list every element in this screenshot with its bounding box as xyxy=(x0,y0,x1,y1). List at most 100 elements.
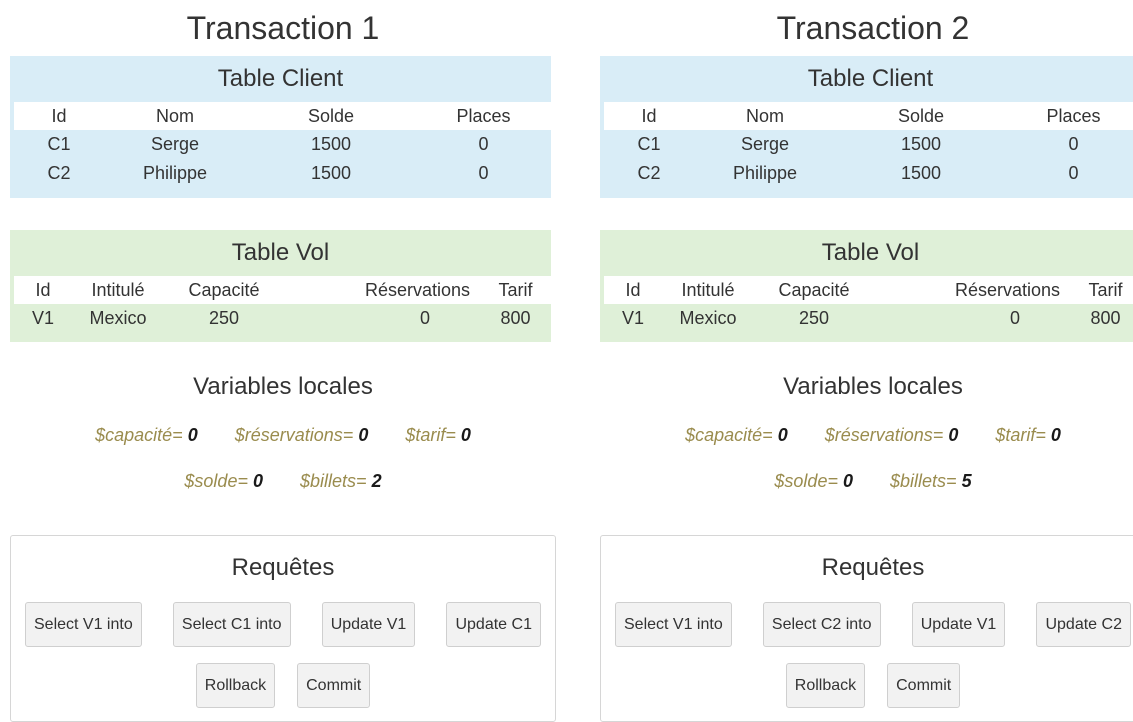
variable-capacite: $capacité= 0 xyxy=(685,425,788,445)
table-header-row: Id Intitulé Capacité Réservations Tarif xyxy=(604,276,1133,304)
vol-table: Id Intitulé Capacité Réservations Tarif … xyxy=(604,276,1133,333)
variable-tarif: $tarif= 0 xyxy=(995,425,1061,445)
table-client: Table Client Id Nom Solde Places C1 Serg… xyxy=(10,56,551,198)
column-header-solde: Solde xyxy=(836,102,1006,130)
select-v1-button[interactable]: Select V1 into xyxy=(25,602,142,647)
rollback-button[interactable]: Rollback xyxy=(785,663,866,708)
transaction-title: Transaction 1 xyxy=(186,10,380,46)
table-row: C2 Philippe 1500 0 xyxy=(14,159,551,188)
cell-id: V1 xyxy=(621,308,645,328)
cell-tarif: 800 xyxy=(1090,308,1121,328)
cell-nom: Serge xyxy=(740,134,790,154)
cell-reservations: 0 xyxy=(1009,308,1020,328)
transaction-title: Transaction 2 xyxy=(776,10,970,46)
column-header-reservations: Réservations xyxy=(874,276,1070,304)
table-header-row: Id Nom Solde Places xyxy=(604,102,1133,130)
variable-reservations: $réservations= 0 xyxy=(234,425,369,445)
update-c1-button[interactable]: Update C1 xyxy=(446,602,541,647)
cell-capacite: 250 xyxy=(798,308,830,328)
select-c1-button[interactable]: Select C1 into xyxy=(172,602,291,647)
column-header-nom: Nom xyxy=(694,102,836,130)
table-row: V1 Mexico 250 0 800 xyxy=(14,304,551,333)
requetes-title: Requêtes xyxy=(231,554,335,581)
requetes-panel: Requêtes Select V1 into Select C1 into U… xyxy=(10,535,556,722)
cell-places: 0 xyxy=(1068,134,1079,154)
query-buttons: Select V1 into Select C1 into Update V1 … xyxy=(11,602,555,647)
cell-solde: 1500 xyxy=(310,163,352,183)
table-client-title: Table Client xyxy=(807,65,934,92)
update-v1-button[interactable]: Update V1 xyxy=(911,602,1006,647)
cell-nom: Philippe xyxy=(732,163,798,183)
cell-nom: Philippe xyxy=(142,163,208,183)
transaction-2-panel: Transaction 2 Table Client Id Nom Solde … xyxy=(600,0,1133,722)
variable-solde: $solde= 0 xyxy=(774,471,853,491)
variable-capacite: $capacité= 0 xyxy=(95,425,198,445)
query-buttons: Select V1 into Select C2 into Update V1 … xyxy=(601,602,1133,647)
update-c2-button[interactable]: Update C2 xyxy=(1036,602,1131,647)
variable-tarif: $tarif= 0 xyxy=(405,425,471,445)
cell-solde: 1500 xyxy=(900,134,942,154)
cell-capacite: 250 xyxy=(208,308,240,328)
variable-solde: $solde= 0 xyxy=(184,471,263,491)
table-vol: Table Vol Id Intitulé Capacité Réservati… xyxy=(600,230,1133,342)
column-header-tarif: Tarif xyxy=(480,276,551,304)
column-header-capacite: Capacité xyxy=(754,276,874,304)
table-vol: Table Vol Id Intitulé Capacité Réservati… xyxy=(10,230,551,342)
variables-line: $capacité= 0 $réservations= 0 $tarif= 0 xyxy=(600,420,1133,450)
table-header-row: Id Intitulé Capacité Réservations Tarif xyxy=(14,276,551,304)
cell-places: 0 xyxy=(478,134,489,154)
select-v1-button[interactable]: Select V1 into xyxy=(615,602,732,647)
update-v1-button[interactable]: Update V1 xyxy=(321,602,416,647)
cell-id: C2 xyxy=(47,163,71,183)
column-header-places: Places xyxy=(416,102,551,130)
transaction-1-panel: Transaction 1 Table Client Id Nom Solde … xyxy=(10,0,556,722)
cell-nom: Serge xyxy=(150,134,200,154)
cell-intitule: Mexico xyxy=(89,308,147,328)
cell-id: C2 xyxy=(637,163,661,183)
column-header-places: Places xyxy=(1006,102,1133,130)
column-header-id: Id xyxy=(604,276,662,304)
column-header-capacite: Capacité xyxy=(164,276,284,304)
column-header-solde: Solde xyxy=(246,102,416,130)
variables-title: Variables locales xyxy=(783,373,963,400)
vol-table: Id Intitulé Capacité Réservations Tarif … xyxy=(14,276,551,333)
cell-id: V1 xyxy=(31,308,55,328)
table-row: C1 Serge 1500 0 xyxy=(14,130,551,159)
table-vol-title: Table Vol xyxy=(231,239,330,266)
column-header-id: Id xyxy=(14,102,104,130)
variable-billets: $billets= 2 xyxy=(300,471,382,491)
variable-billets: $billets= 5 xyxy=(890,471,972,491)
commit-button[interactable]: Commit xyxy=(887,663,961,708)
commit-button[interactable]: Commit xyxy=(297,663,371,708)
variables-line: $capacité= 0 $réservations= 0 $tarif= 0 xyxy=(10,420,556,450)
rollback-button[interactable]: Rollback xyxy=(195,663,276,708)
table-row: C1 Serge 1500 0 xyxy=(604,130,1133,159)
cell-id: C1 xyxy=(637,134,661,154)
requetes-title: Requêtes xyxy=(821,554,925,581)
table-vol-title: Table Vol xyxy=(821,239,920,266)
requetes-panel: Requêtes Select V1 into Select C2 into U… xyxy=(600,535,1133,722)
variables-line: $solde= 0 $billets= 2 xyxy=(10,466,556,496)
table-client: Table Client Id Nom Solde Places C1 Serg… xyxy=(600,56,1133,198)
cell-places: 0 xyxy=(1068,163,1079,183)
cell-tarif: 800 xyxy=(500,308,531,328)
column-header-intitule: Intitulé xyxy=(662,276,754,304)
cell-solde: 1500 xyxy=(900,163,942,183)
cell-id: C1 xyxy=(47,134,71,154)
table-row: V1 Mexico 250 0 800 xyxy=(604,304,1133,333)
column-header-intitule: Intitulé xyxy=(72,276,164,304)
column-header-nom: Nom xyxy=(104,102,246,130)
cell-reservations: 0 xyxy=(419,308,430,328)
client-table: Id Nom Solde Places C1 Serge 1500 0 C2 P… xyxy=(14,102,551,188)
cell-places: 0 xyxy=(478,163,489,183)
select-c2-button[interactable]: Select C2 into xyxy=(762,602,881,647)
column-header-tarif: Tarif xyxy=(1070,276,1133,304)
table-client-title: Table Client xyxy=(217,65,344,92)
transaction-control-buttons: Rollback Commit xyxy=(601,663,1133,708)
table-row: C2 Philippe 1500 0 xyxy=(604,159,1133,188)
variables-title: Variables locales xyxy=(193,373,373,400)
column-header-id: Id xyxy=(14,276,72,304)
cell-intitule: Mexico xyxy=(679,308,737,328)
table-header-row: Id Nom Solde Places xyxy=(14,102,551,130)
transaction-control-buttons: Rollback Commit xyxy=(11,663,555,708)
